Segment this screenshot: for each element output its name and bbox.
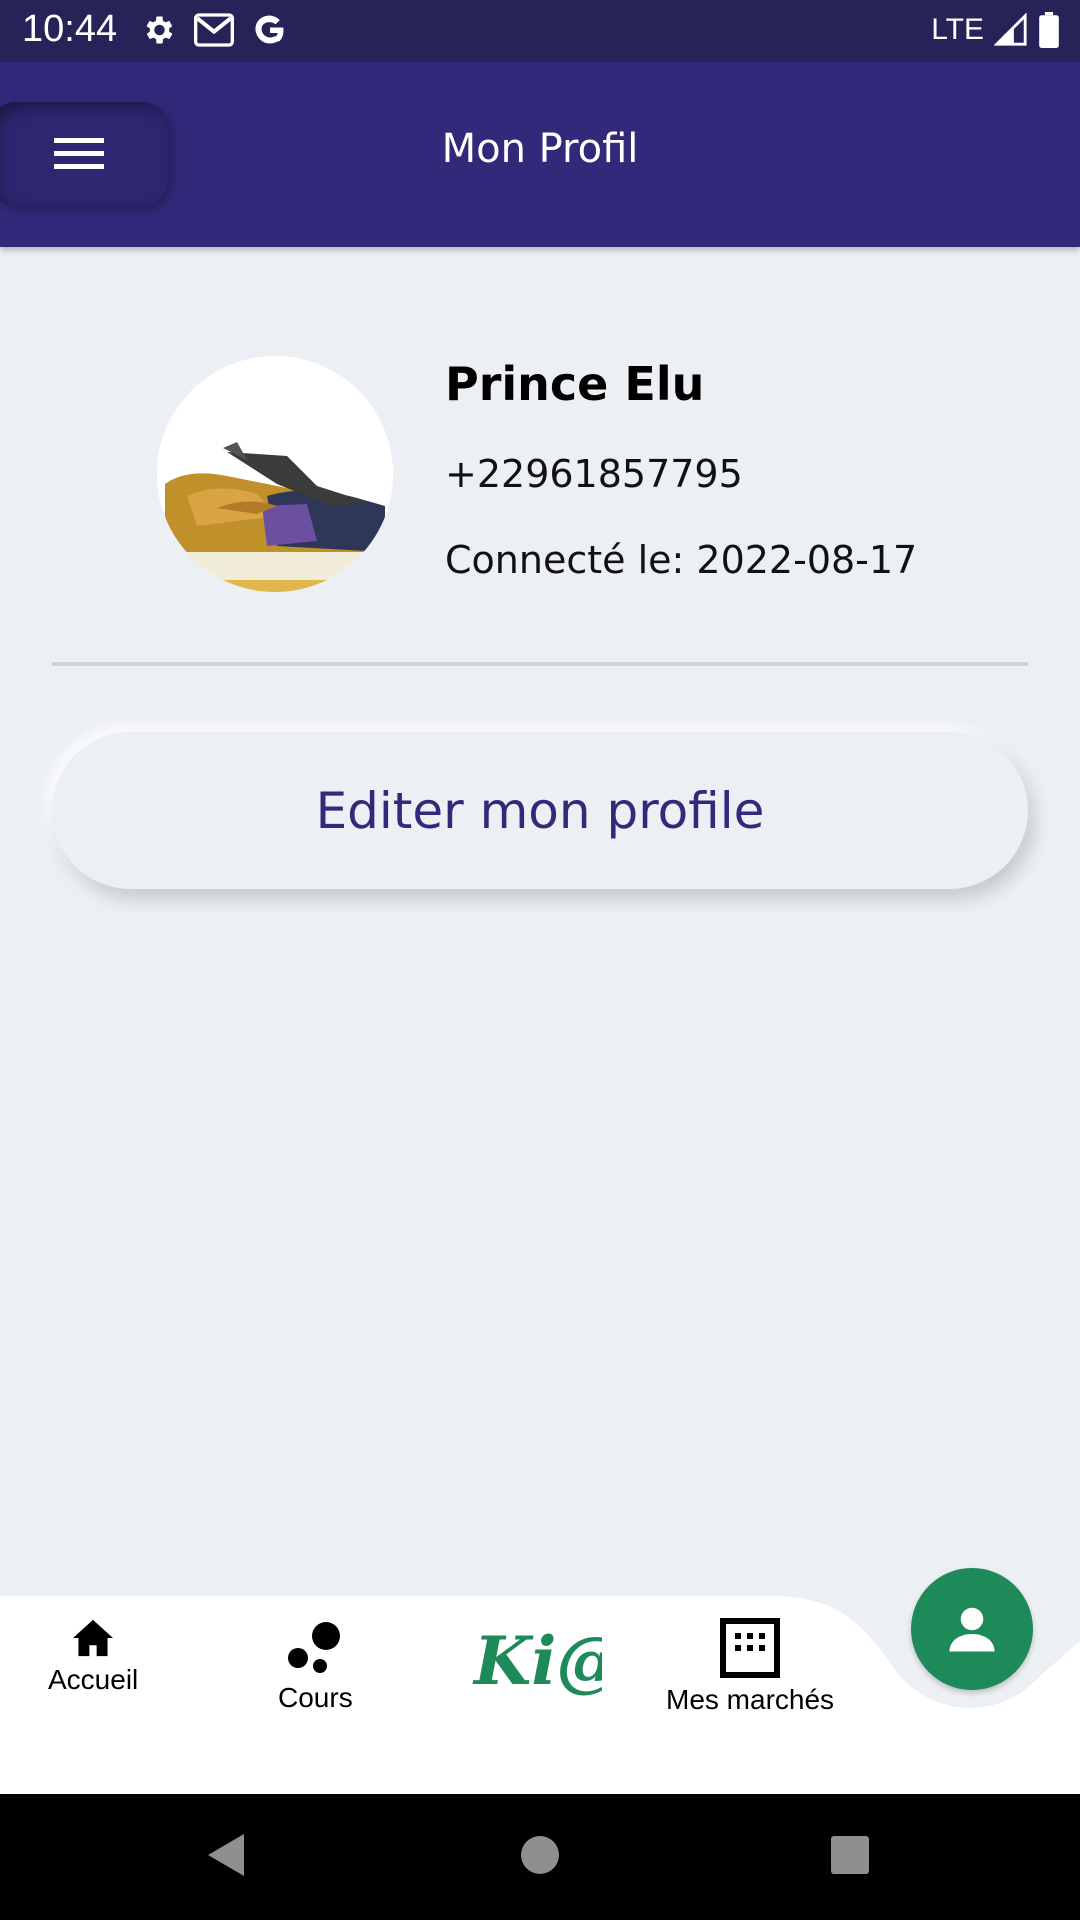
svg-text:Ki@: Ki@: [472, 1626, 602, 1696]
avatar[interactable]: [157, 356, 393, 592]
nav-item-kia[interactable]: Ki@: [472, 1626, 602, 1696]
battery-icon: [1039, 12, 1059, 48]
status-time: 10:44: [22, 8, 118, 50]
page-title: Mon Profil: [441, 126, 639, 172]
home-icon: [73, 1619, 114, 1657]
nav-item-mes-marches[interactable]: Mes marchés: [666, 1618, 834, 1716]
kia-logo: Ki@: [472, 1626, 602, 1696]
profile-phone: +22961857795: [445, 452, 743, 496]
nav-label: Mes marchés: [666, 1684, 835, 1715]
recents-icon[interactable]: [830, 1832, 870, 1878]
status-bar: 10:44 LTE: [0, 0, 1080, 62]
profile-name: Prince Elu: [445, 357, 705, 411]
nav-label: Cours: [278, 1682, 353, 1713]
bubbles-icon: [288, 1622, 341, 1673]
system-status-icons: LTE: [931, 12, 1060, 48]
app-bar: Mon Profil: [0, 62, 1080, 247]
google-icon: [255, 15, 284, 44]
system-navigation-bar: [0, 1794, 1080, 1920]
gmail-icon: [194, 13, 234, 47]
edit-profile-button[interactable]: Editer mon profile: [52, 732, 1028, 889]
back-icon[interactable]: [206, 1832, 246, 1878]
nav-item-cours[interactable]: Cours: [278, 1618, 353, 1714]
notification-icons: [140, 12, 288, 48]
person-icon: [949, 1607, 995, 1652]
profile-fab-button[interactable]: [911, 1568, 1033, 1690]
nav-label: Accueil: [48, 1664, 139, 1695]
grid-icon: [720, 1618, 781, 1678]
sneaker-photo: [157, 356, 393, 592]
nav-item-accueil[interactable]: Accueil: [48, 1618, 138, 1696]
gear-icon: [146, 16, 173, 44]
profile-connected-date: Connecté le: 2022-08-17: [445, 538, 918, 582]
home-circle-icon[interactable]: [520, 1832, 560, 1878]
divider: [52, 662, 1028, 666]
network-type: LTE: [931, 13, 984, 46]
signal-icon: [994, 13, 1027, 46]
